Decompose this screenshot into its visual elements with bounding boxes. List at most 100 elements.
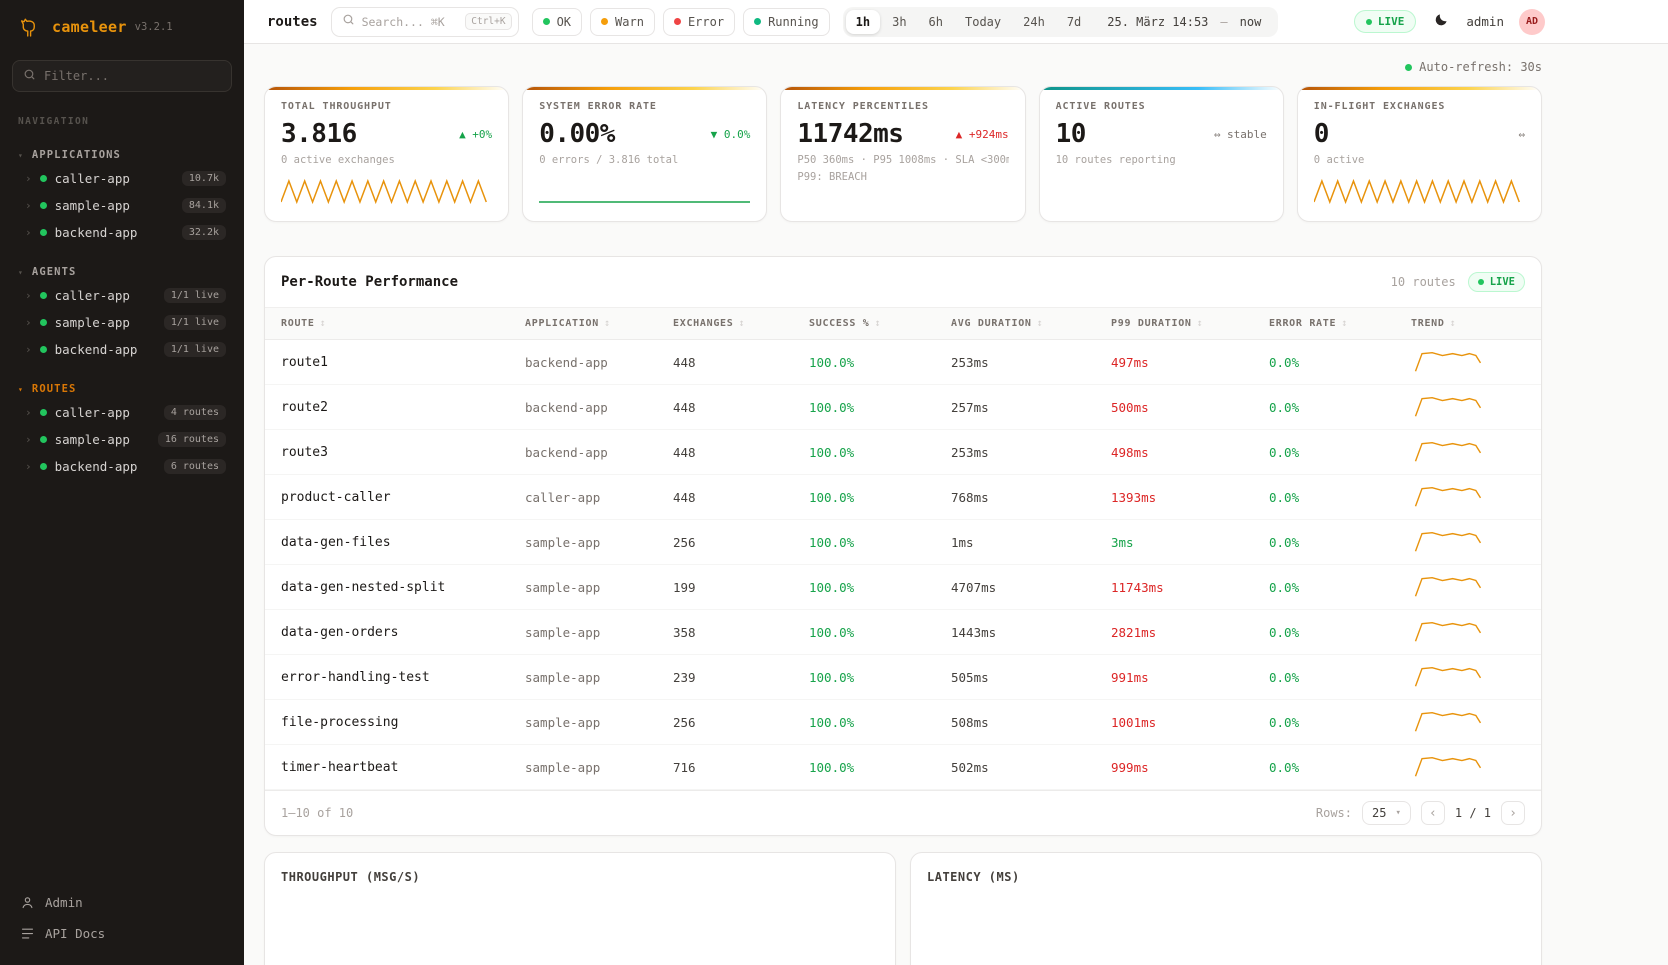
sidebar-item-agents-backend-app[interactable]: › backend-app 1/1 live: [12, 336, 232, 363]
kpi-value: 10: [1056, 119, 1086, 149]
panel-title: Per-Route Performance: [281, 274, 458, 290]
kpi-subtext: 10 routes reporting: [1056, 154, 1267, 166]
table-row-route3[interactable]: route3 backend-app 448 100.0% 253ms 498m…: [265, 430, 1541, 475]
chevron-down-icon: ▾: [18, 151, 24, 160]
brand[interactable]: cameleer v3.2.1: [12, 14, 232, 40]
cell-application: sample-app: [525, 760, 673, 775]
range-button-1h[interactable]: 1h: [846, 10, 880, 34]
column-header-trend[interactable]: TREND↕: [1411, 318, 1525, 329]
chevron-right-icon: ›: [25, 316, 32, 329]
panel-meta: 10 routes LIVE: [1391, 272, 1525, 292]
column-header-application[interactable]: APPLICATION↕: [525, 318, 673, 329]
search-icon: [23, 68, 36, 85]
table-row-data-gen-nested-split[interactable]: data-gen-nested-split sample-app 199 100…: [265, 565, 1541, 610]
sidebar-section-header-agents[interactable]: ▾AGENTS: [12, 262, 232, 282]
column-header-success[interactable]: SUCCESS %↕: [809, 318, 951, 329]
content: Auto-refresh: 30s TOTAL THROUGHPUT 3.816…: [244, 44, 1668, 965]
topbar-right: LIVE admin AD: [1354, 9, 1545, 35]
cell-application: sample-app: [525, 535, 673, 550]
range-button-24h[interactable]: 24h: [1013, 10, 1055, 34]
table-row-route1[interactable]: route1 backend-app 448 100.0% 253ms 497m…: [265, 340, 1541, 385]
column-header-error-rate[interactable]: ERROR RATE↕: [1269, 318, 1411, 329]
sidebar-section-header-applications[interactable]: ▾APPLICATIONS: [12, 145, 232, 165]
sidebar-filter-input[interactable]: [44, 69, 221, 83]
cell-success: 100.0%: [809, 715, 951, 730]
sidebar-section-header-routes[interactable]: ▾ROUTES: [12, 379, 232, 399]
sort-icon: ↕: [320, 318, 327, 329]
item-label: sample-app: [55, 432, 130, 447]
brand-version: v3.2.1: [135, 21, 173, 33]
table-row-route2[interactable]: route2 backend-app 448 100.0% 257ms 500m…: [265, 385, 1541, 430]
range-button-today[interactable]: Today: [955, 10, 1011, 34]
filter-chip-ok[interactable]: OK: [532, 8, 582, 36]
chart-title: LATENCY (MS): [927, 870, 1525, 884]
chart-panel-throughput-msg-s: THROUGHPUT (MSG/S): [264, 852, 896, 965]
sidebar-item-applications-backend-app[interactable]: › backend-app 32.2k: [12, 219, 232, 246]
search-input[interactable]: [362, 15, 459, 29]
column-header-exchanges[interactable]: EXCHANGES↕: [673, 318, 809, 329]
trend-sparkline: [1411, 574, 1525, 600]
prev-page-button[interactable]: ‹: [1421, 801, 1445, 825]
chevron-right-icon: ›: [25, 199, 32, 212]
kpi-delta: ▲ +924ms: [956, 128, 1009, 141]
column-header-route[interactable]: ROUTE↕: [281, 318, 525, 329]
sidebar-item-routes-sample-app[interactable]: › sample-app 16 routes: [12, 426, 232, 453]
next-page-button[interactable]: ›: [1501, 801, 1525, 825]
cell-success: 100.0%: [809, 535, 951, 550]
table-row-error-handling-test[interactable]: error-handling-test sample-app 239 100.0…: [265, 655, 1541, 700]
status-dot: [543, 18, 550, 25]
cell-exchanges: 448: [673, 445, 809, 460]
cell-success: 100.0%: [809, 760, 951, 775]
sidebar-admin[interactable]: Admin: [12, 887, 232, 918]
table-row-product-caller[interactable]: product-caller caller-app 448 100.0% 768…: [265, 475, 1541, 520]
sidebar-item-applications-sample-app[interactable]: › sample-app 84.1k: [12, 192, 232, 219]
cell-avg-duration: 253ms: [951, 355, 1111, 370]
chevron-down-icon: ▾: [1395, 808, 1400, 818]
sort-icon: ↕: [1341, 318, 1348, 329]
filter-chip-error[interactable]: Error: [663, 8, 735, 36]
status-dot: [674, 18, 681, 25]
theme-toggle[interactable]: [1431, 10, 1451, 33]
status-dot: [40, 436, 47, 443]
filter-chip-running[interactable]: Running: [743, 8, 830, 36]
table-row-data-gen-orders[interactable]: data-gen-orders sample-app 358 100.0% 14…: [265, 610, 1541, 655]
cell-route: route3: [281, 445, 525, 460]
column-header-avg-duration[interactable]: AVG DURATION↕: [951, 318, 1111, 329]
item-label: sample-app: [55, 315, 130, 330]
sidebar-item-routes-backend-app[interactable]: › backend-app 6 routes: [12, 453, 232, 480]
avatar[interactable]: AD: [1519, 9, 1545, 35]
table-row-file-processing[interactable]: file-processing sample-app 256 100.0% 50…: [265, 700, 1541, 745]
column-header-p99-duration[interactable]: P99 DURATION↕: [1111, 318, 1269, 329]
table-row-data-gen-files[interactable]: data-gen-files sample-app 256 100.0% 1ms…: [265, 520, 1541, 565]
kpi-delta: ⇔ stable: [1214, 128, 1267, 141]
range-button-6h[interactable]: 6h: [919, 10, 953, 34]
auto-refresh-indicator: Auto-refresh: 30s: [264, 56, 1542, 78]
global-search: Ctrl+K: [331, 7, 519, 37]
rows-per-page-select[interactable]: 25 ▾: [1362, 801, 1411, 825]
sidebar-item-agents-caller-app[interactable]: › caller-app 1/1 live: [12, 282, 232, 309]
sidebar-item-applications-caller-app[interactable]: › caller-app 10.7k: [12, 165, 232, 192]
cell-success: 100.0%: [809, 400, 951, 415]
search-shortcut-badge: Ctrl+K: [465, 13, 511, 30]
filter-chip-warn[interactable]: Warn: [590, 8, 655, 36]
search-icon: [342, 13, 355, 30]
cell-exchanges: 358: [673, 625, 809, 640]
live-toggle[interactable]: LIVE: [1354, 10, 1417, 33]
sidebar-api-docs[interactable]: API Docs: [12, 918, 232, 949]
table-live-badge: LIVE: [1468, 272, 1525, 292]
table-row-timer-heartbeat[interactable]: timer-heartbeat sample-app 716 100.0% 50…: [265, 745, 1541, 790]
range-button-7d[interactable]: 7d: [1057, 10, 1091, 34]
range-button-3h[interactable]: 3h: [882, 10, 916, 34]
chevron-down-icon: ▾: [18, 268, 24, 277]
chevron-right-icon: ›: [25, 289, 32, 302]
status-dot: [40, 292, 47, 299]
kpi-subtext: 0 active exchanges: [281, 154, 492, 166]
moon-icon: [1433, 12, 1449, 31]
kpi-label: IN-FLIGHT EXCHANGES: [1314, 101, 1525, 112]
sidebar-item-agents-sample-app[interactable]: › sample-app 1/1 live: [12, 309, 232, 336]
camel-logo-icon: [18, 14, 44, 40]
sidebar-item-routes-caller-app[interactable]: › caller-app 4 routes: [12, 399, 232, 426]
cell-error-rate: 0.0%: [1269, 760, 1411, 775]
kpi-label: ACTIVE ROUTES: [1056, 101, 1267, 112]
chevron-right-icon: ›: [25, 460, 32, 473]
